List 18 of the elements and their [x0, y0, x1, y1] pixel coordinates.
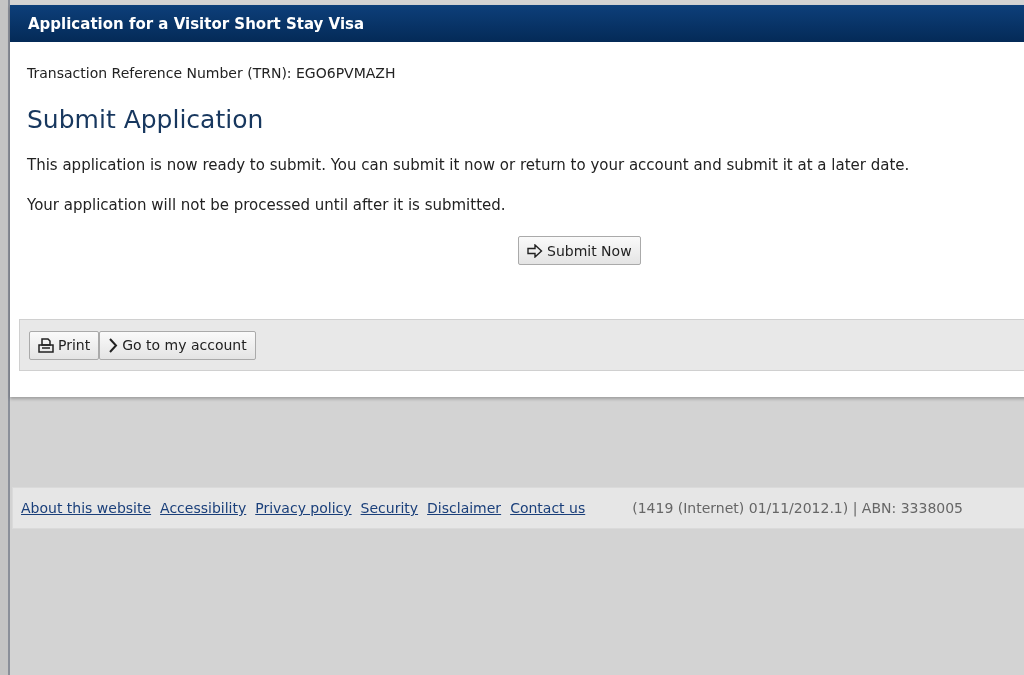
arrow-right-icon: [527, 243, 543, 258]
account-button[interactable]: Go to my account: [99, 330, 256, 360]
reference-number: Transaction Reference Number (TRN): EGO6PVMAZH: [27, 65, 397, 81]
submit-button[interactable]: Submit Now: [518, 236, 641, 265]
version-info: (1419 (Internet) 01/11/2012.1) | ABN: 3338005: [632, 500, 964, 516]
footer-link[interactable]: Accessibility: [160, 500, 247, 516]
chevron-right-icon: [108, 337, 119, 353]
paragraph: Your application will not be processed until after it is submitted.: [27, 196, 507, 214]
footer-link[interactable]: Privacy policy: [255, 500, 352, 516]
paragraph: This application is now ready to submit. You can submit it now or return to your account and submit it at a later date.: [27, 156, 911, 174]
printer-icon: [38, 337, 54, 353]
print-button[interactable]: Print: [29, 330, 100, 360]
page-title: Application for a Visitor Short Stay Visa: [28, 14, 365, 33]
footer-link[interactable]: Contact us: [510, 500, 586, 516]
footer-link[interactable]: About this website: [21, 500, 152, 516]
section-heading: Submit Application: [27, 105, 265, 134]
footer-link[interactable]: Security: [360, 500, 419, 516]
footer-link[interactable]: Disclaimer: [427, 500, 502, 516]
